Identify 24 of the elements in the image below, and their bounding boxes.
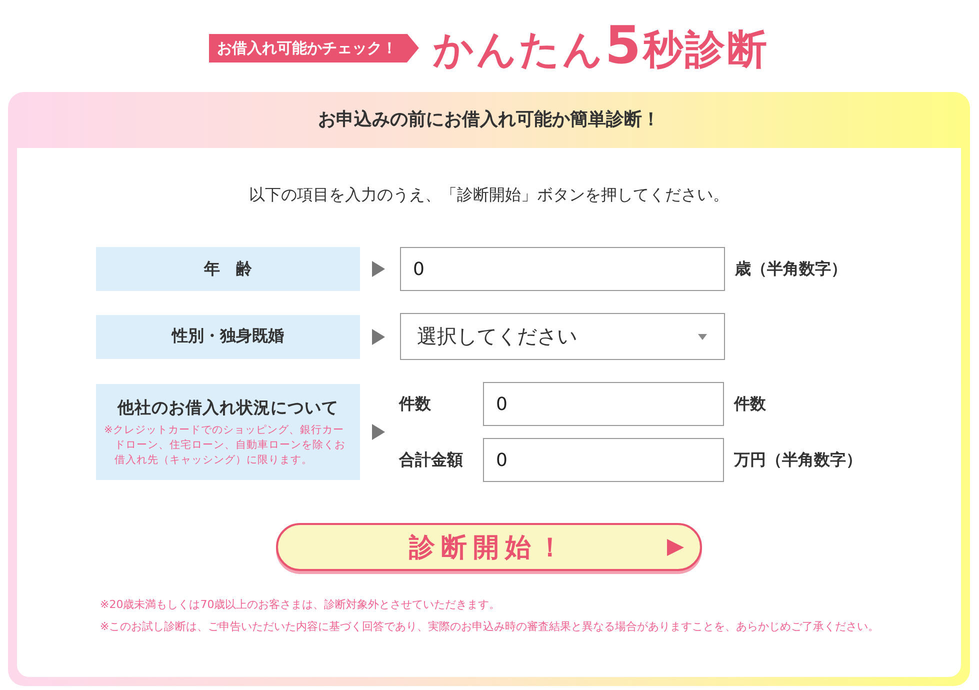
page-title: かんたん 5秒診断 — [432, 14, 770, 78]
input-field[interactable]: 0 — [400, 247, 725, 291]
triangle-icon — [372, 328, 385, 344]
field-label: 件数 — [399, 394, 431, 414]
intro-text: 以下の項目を入力のうえ、「診断開始」ボタンを押してください。 — [248, 184, 730, 206]
note-text: ※クレジットカードでのショッピング、銀行カードローン、住宅ローン、自動車ローンを除くお借入れ先（キャッシング）に限ります。 — [104, 422, 346, 468]
select-dropdown[interactable]: 選択してください — [400, 313, 725, 360]
field-label: 性別・独身既婚 — [96, 314, 360, 358]
unit-text: 歳（半角数字） — [735, 258, 847, 280]
note-text: ※20歳未満もしくは70歳以上のお客さまは、診断対象外とさせていただきます。 — [100, 597, 502, 613]
triangle-icon — [372, 424, 385, 440]
field-label: 他社のお借入れ状況について — [118, 396, 338, 418]
unit-text: 件数 — [734, 394, 767, 414]
field-label: 合計金額 — [399, 450, 463, 470]
note-text: ※このお試し診断は、ご申告いただいた内容に基づく回答であり、実際のお申込み時の審査結果と異なる場合がありますことを、あらかじめご了承ください。 — [100, 619, 880, 635]
input-field[interactable]: 0 — [483, 382, 724, 426]
card-heading: お申込みの前にお借入れ可能か簡単診断！ — [317, 108, 661, 132]
triangle-icon — [372, 261, 385, 277]
triangle-icon — [667, 538, 684, 556]
caret-icon — [698, 334, 707, 340]
field-label: 年 齢 — [96, 247, 360, 291]
unit-text: 万円（半角数字） — [734, 450, 862, 470]
tag-label: お借入れ可能かチェック！ — [208, 34, 419, 62]
input-field[interactable]: 0 — [483, 438, 724, 482]
